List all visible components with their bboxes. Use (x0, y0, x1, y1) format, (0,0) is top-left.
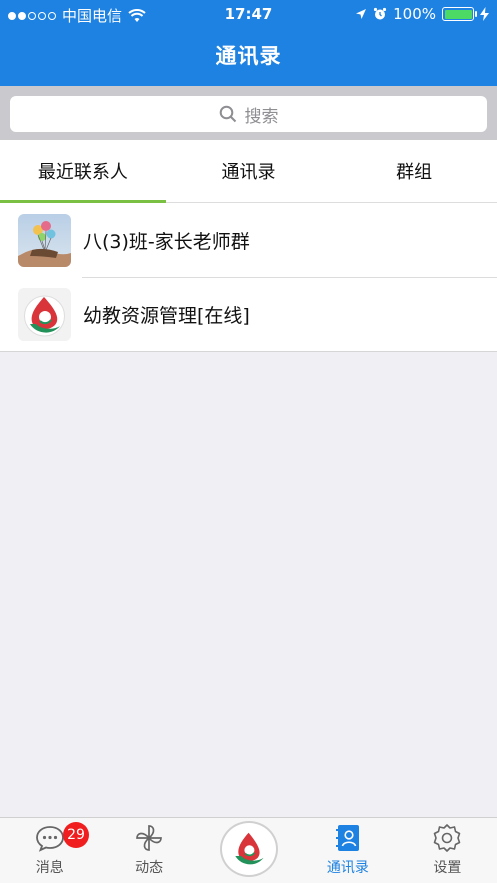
battery-level-fill (444, 9, 472, 19)
tabbar-item-settings[interactable]: 设置 (398, 818, 497, 883)
bottom-tab-bar: 消息 29 动态 通讯录 设置 (0, 817, 497, 883)
segment-tabs: 最近联系人 通讯录 群组 (0, 140, 497, 203)
list-item[interactable]: 八(3)班-家长老师群 (0, 203, 497, 277)
contacts-book-icon (335, 823, 361, 853)
battery-percent: 100% (393, 5, 436, 23)
tabbar-label: 消息 (35, 860, 64, 876)
tab-label: 最近联系人 (37, 162, 128, 183)
tabbar-item-contacts[interactable]: 通讯录 (298, 818, 397, 883)
charging-bolt-icon (480, 7, 489, 21)
status-right: 100% (355, 5, 489, 23)
tab-recent-contacts[interactable]: 最近联系人 (0, 140, 166, 203)
tabbar-label: 动态 (135, 860, 164, 876)
header-bar: 中国电信 17:47 100% 通讯录 (0, 0, 497, 86)
contact-name: 幼教资源管理[在线] (83, 304, 250, 327)
tabbar-item-messages[interactable]: 消息 29 (0, 818, 99, 883)
alarm-icon (374, 7, 387, 20)
search-input[interactable]: 搜索 (10, 96, 487, 132)
tabbar-label: 通讯录 (326, 860, 369, 876)
balloons-photo-avatar (18, 213, 71, 267)
status-bar: 中国电信 17:47 100% (0, 0, 497, 28)
school-logo-avatar (18, 287, 71, 341)
location-arrow-icon (356, 9, 367, 19)
tabbar-item-moments[interactable]: 动态 (99, 818, 198, 883)
contact-list: 八(3)班-家长老师群 幼教资源管理[在线] (0, 203, 497, 352)
tab-address-book[interactable]: 通讯录 (166, 140, 332, 202)
search-placeholder: 搜索 (244, 106, 279, 127)
contact-name: 八(3)班-家长老师群 (83, 230, 250, 253)
tab-label: 群组 (396, 162, 433, 183)
list-item[interactable]: 幼教资源管理[在线] (0, 277, 497, 351)
tabbar-item-center[interactable] (199, 818, 298, 883)
battery-icon (442, 7, 477, 21)
tab-groups[interactable]: 群组 (331, 140, 497, 202)
page-title: 通讯录 (215, 44, 282, 68)
gear-icon (432, 823, 462, 853)
tabbar-label: 设置 (433, 860, 462, 876)
search-icon (219, 105, 236, 123)
chat-bubble-icon (35, 823, 65, 853)
search-bar: 搜索 (0, 86, 497, 140)
unread-badge: 29 (63, 822, 89, 848)
pinwheel-icon (134, 823, 164, 853)
school-logo-icon (219, 821, 278, 877)
tab-label: 通讯录 (221, 162, 276, 183)
